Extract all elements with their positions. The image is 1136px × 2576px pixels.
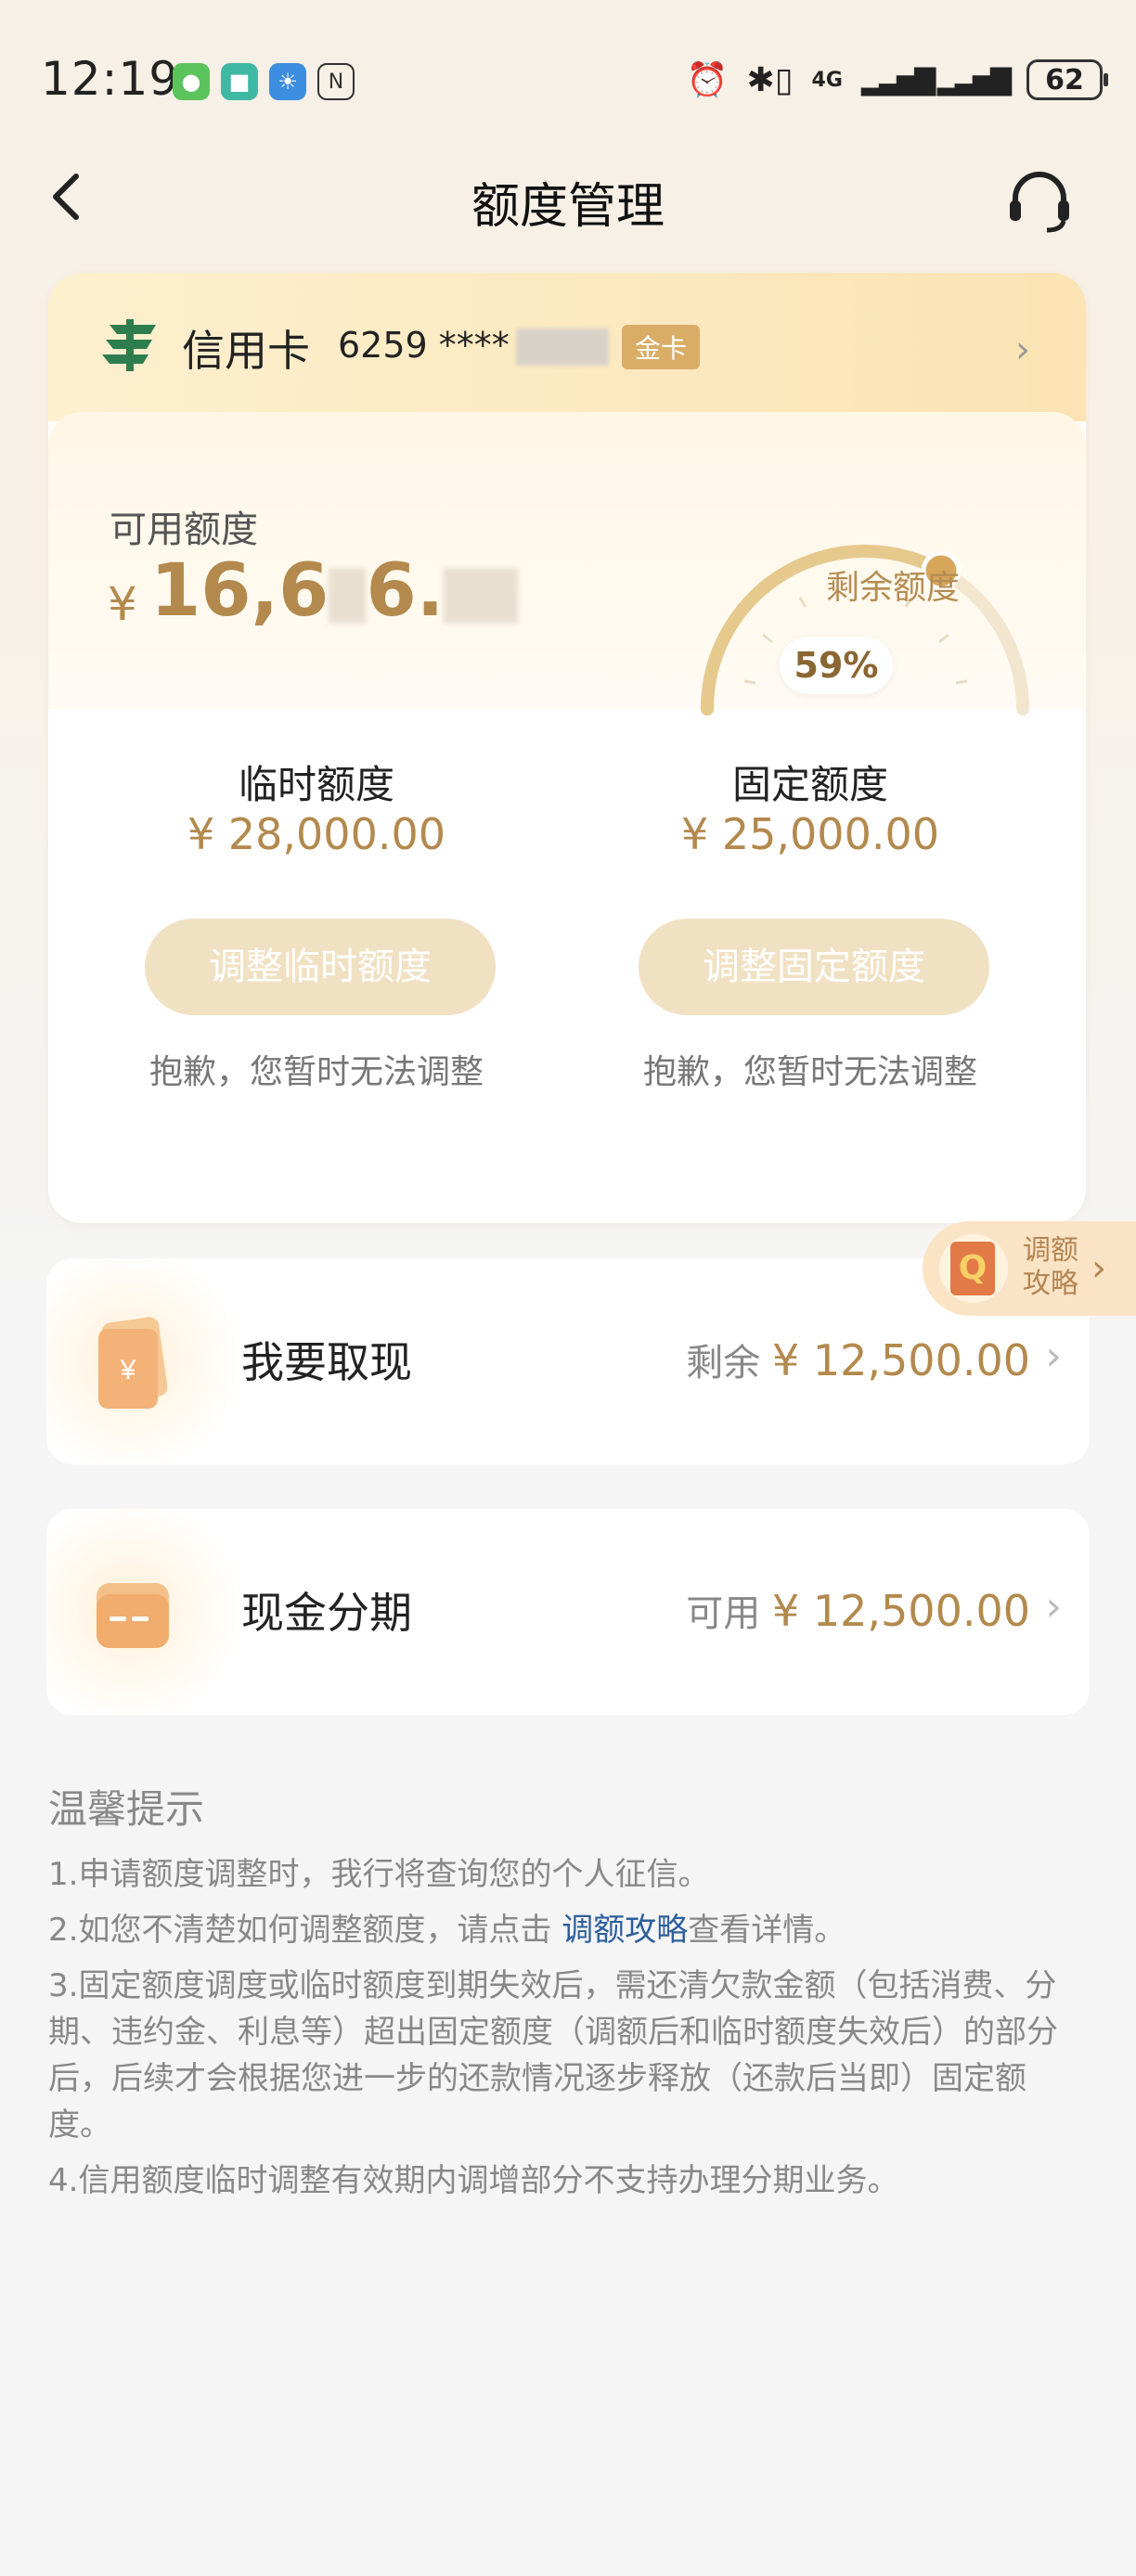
remaining-percent: 59%: [780, 637, 893, 694]
tip-item-2: 2.如您不清楚如何调整额度，请点击 调额攻略查看详情。: [48, 1907, 1088, 1953]
temporary-limit-title: 临时额度: [238, 762, 394, 807]
svg-text:¥: ¥: [120, 1355, 136, 1385]
temporary-limit-value: ¥ 28,000.00: [187, 809, 445, 859]
bank-logo-icon: [102, 319, 156, 371]
limit-tips-float[interactable]: Q 调额 攻略 ›: [923, 1221, 1136, 1316]
chevron-right-icon: ›: [1045, 1583, 1062, 1630]
withdraw-remaining: 剩余 ¥ 12,500.00: [686, 1333, 1030, 1386]
withdraw-label: 我要取现: [241, 1337, 412, 1387]
temporary-limit-box: 临时额度 ¥ 28,000.00 调整临时额度 抱歉，您暂时无法调整: [97, 718, 536, 1219]
chevron-right-icon: ›: [1091, 1247, 1106, 1290]
tip-item-1: 1.申请额度调整时，我行将查询您的个人征信。: [48, 1856, 710, 1893]
temporary-limit-note: 抱歉，您暂时无法调整: [148, 1053, 484, 1091]
status-time: 12:19: [41, 52, 180, 106]
fixed-limit-title: 固定额度: [731, 762, 888, 807]
available-limit-label: 可用额度: [110, 509, 258, 551]
adjust-fixed-limit-button[interactable]: 调整固定额度: [639, 919, 989, 1015]
withdraw-prefix: 剩余: [686, 1342, 761, 1385]
page-title: 额度管理: [471, 179, 665, 235]
gauge-label: 剩余额度: [825, 569, 960, 607]
tip-line-2: 攻略: [1023, 1268, 1078, 1300]
tip-text: 调额 攻略: [1023, 1234, 1078, 1301]
currency-symbol: ¥: [108, 577, 137, 631]
status-notification-icons: ● ■ ☀ N: [173, 63, 355, 100]
amount-part-1: 16,6: [150, 549, 329, 633]
amount-masked-1: [329, 567, 367, 624]
adjust-temporary-limit-button[interactable]: 调整临时额度: [145, 919, 496, 1015]
battery-level: 62: [1045, 63, 1084, 97]
available-limit-amount: 16,6 6.: [150, 549, 519, 633]
alarm-icon: ⏰: [686, 61, 729, 99]
cash-withdraw-icon: ¥: [98, 1317, 168, 1409]
guide-book-icon: Q: [950, 1242, 995, 1295]
card-number-masked: [516, 328, 609, 366]
balance-area: 可用额度 ¥ 16,6 6. 剩余额度 59%: [48, 412, 1086, 715]
weather-icon: ☀: [269, 63, 306, 100]
customer-service-icon[interactable]: [1002, 163, 1077, 238]
chevron-right-icon: ›: [1015, 328, 1030, 371]
chevron-right-icon: ›: [1045, 1333, 1062, 1380]
card-type-label: 信用卡: [182, 326, 310, 376]
limit-guide-link[interactable]: 调额攻略: [562, 1912, 688, 1949]
cash-installment-row[interactable]: 现金分期 可用 ¥ 12,500.00 ›: [46, 1509, 1090, 1715]
signal-icon: ▂▃▅▇ ▂▃▅▇: [860, 63, 1012, 97]
status-system-icons: ⏰ ✱▯ 4G ▂▃▅▇ ▂▃▅▇ 62: [686, 59, 1108, 100]
installment-prefix: 可用: [686, 1592, 761, 1635]
card-number: 6259 ****: [338, 325, 510, 366]
warm-tips-section: 温馨提示 1.申请额度调整时，我行将查询您的个人征信。 2.如您不清楚如何调整额…: [48, 1778, 1088, 2213]
card-level-badge: 金卡: [622, 325, 701, 369]
nav-bar: 额度管理: [0, 148, 1136, 251]
tip-item-4: 4.信用额度临时调整有效期内调增部分不支持办理分期业务。: [48, 2162, 899, 2199]
bluetooth-battery-icon: ✱▯: [746, 60, 794, 99]
amount-part-2: 6.: [366, 549, 445, 633]
credit-card-panel: 信用卡 6259 **** 金卡 › 可用额度 ¥ 16,6 6. 剩余额度 5…: [48, 273, 1086, 1223]
installment-available: 可用 ¥ 12,500.00: [686, 1583, 1030, 1637]
wallet-icon: [97, 1583, 169, 1648]
app-notification-icon: ■: [221, 63, 258, 100]
tip-item-2-text: 2.如您不清楚如何调整额度，请点击: [48, 1912, 562, 1949]
withdraw-amount: ¥ 12,500.00: [772, 1335, 1030, 1385]
status-bar: 12:19 ● ■ ☀ N ⏰ ✱▯ 4G ▂▃▅▇ ▂▃▅▇ 62: [0, 46, 1136, 121]
nfc-icon: N: [317, 63, 355, 100]
tips-title: 温馨提示: [48, 1786, 205, 1832]
network-type-icon: 4G: [811, 68, 843, 92]
installment-amount: ¥ 12,500.00: [772, 1586, 1030, 1636]
battery-icon: 62: [1026, 59, 1108, 100]
card-header[interactable]: 信用卡 6259 **** 金卡 ›: [48, 273, 1086, 421]
amount-masked-2: [444, 567, 519, 624]
wechat-icon: ●: [173, 63, 210, 100]
installment-label: 现金分期: [241, 1588, 412, 1638]
fixed-limit-box: 固定额度 ¥ 25,000.00 调整固定额度 抱歉，您暂时无法调整: [590, 718, 1030, 1219]
fixed-limit-value: ¥ 25,000.00: [681, 809, 939, 859]
tip-item-2-suffix: 查看详情。: [688, 1912, 846, 1949]
fixed-limit-note: 抱歉，您暂时无法调整: [642, 1053, 977, 1091]
tip-line-1: 调额: [1023, 1234, 1078, 1267]
tip-item-3: 3.固定额度调度或临时额度到期失效后，需还清欠款金额（包括消费、分期、违约金、利…: [48, 1967, 1058, 2144]
